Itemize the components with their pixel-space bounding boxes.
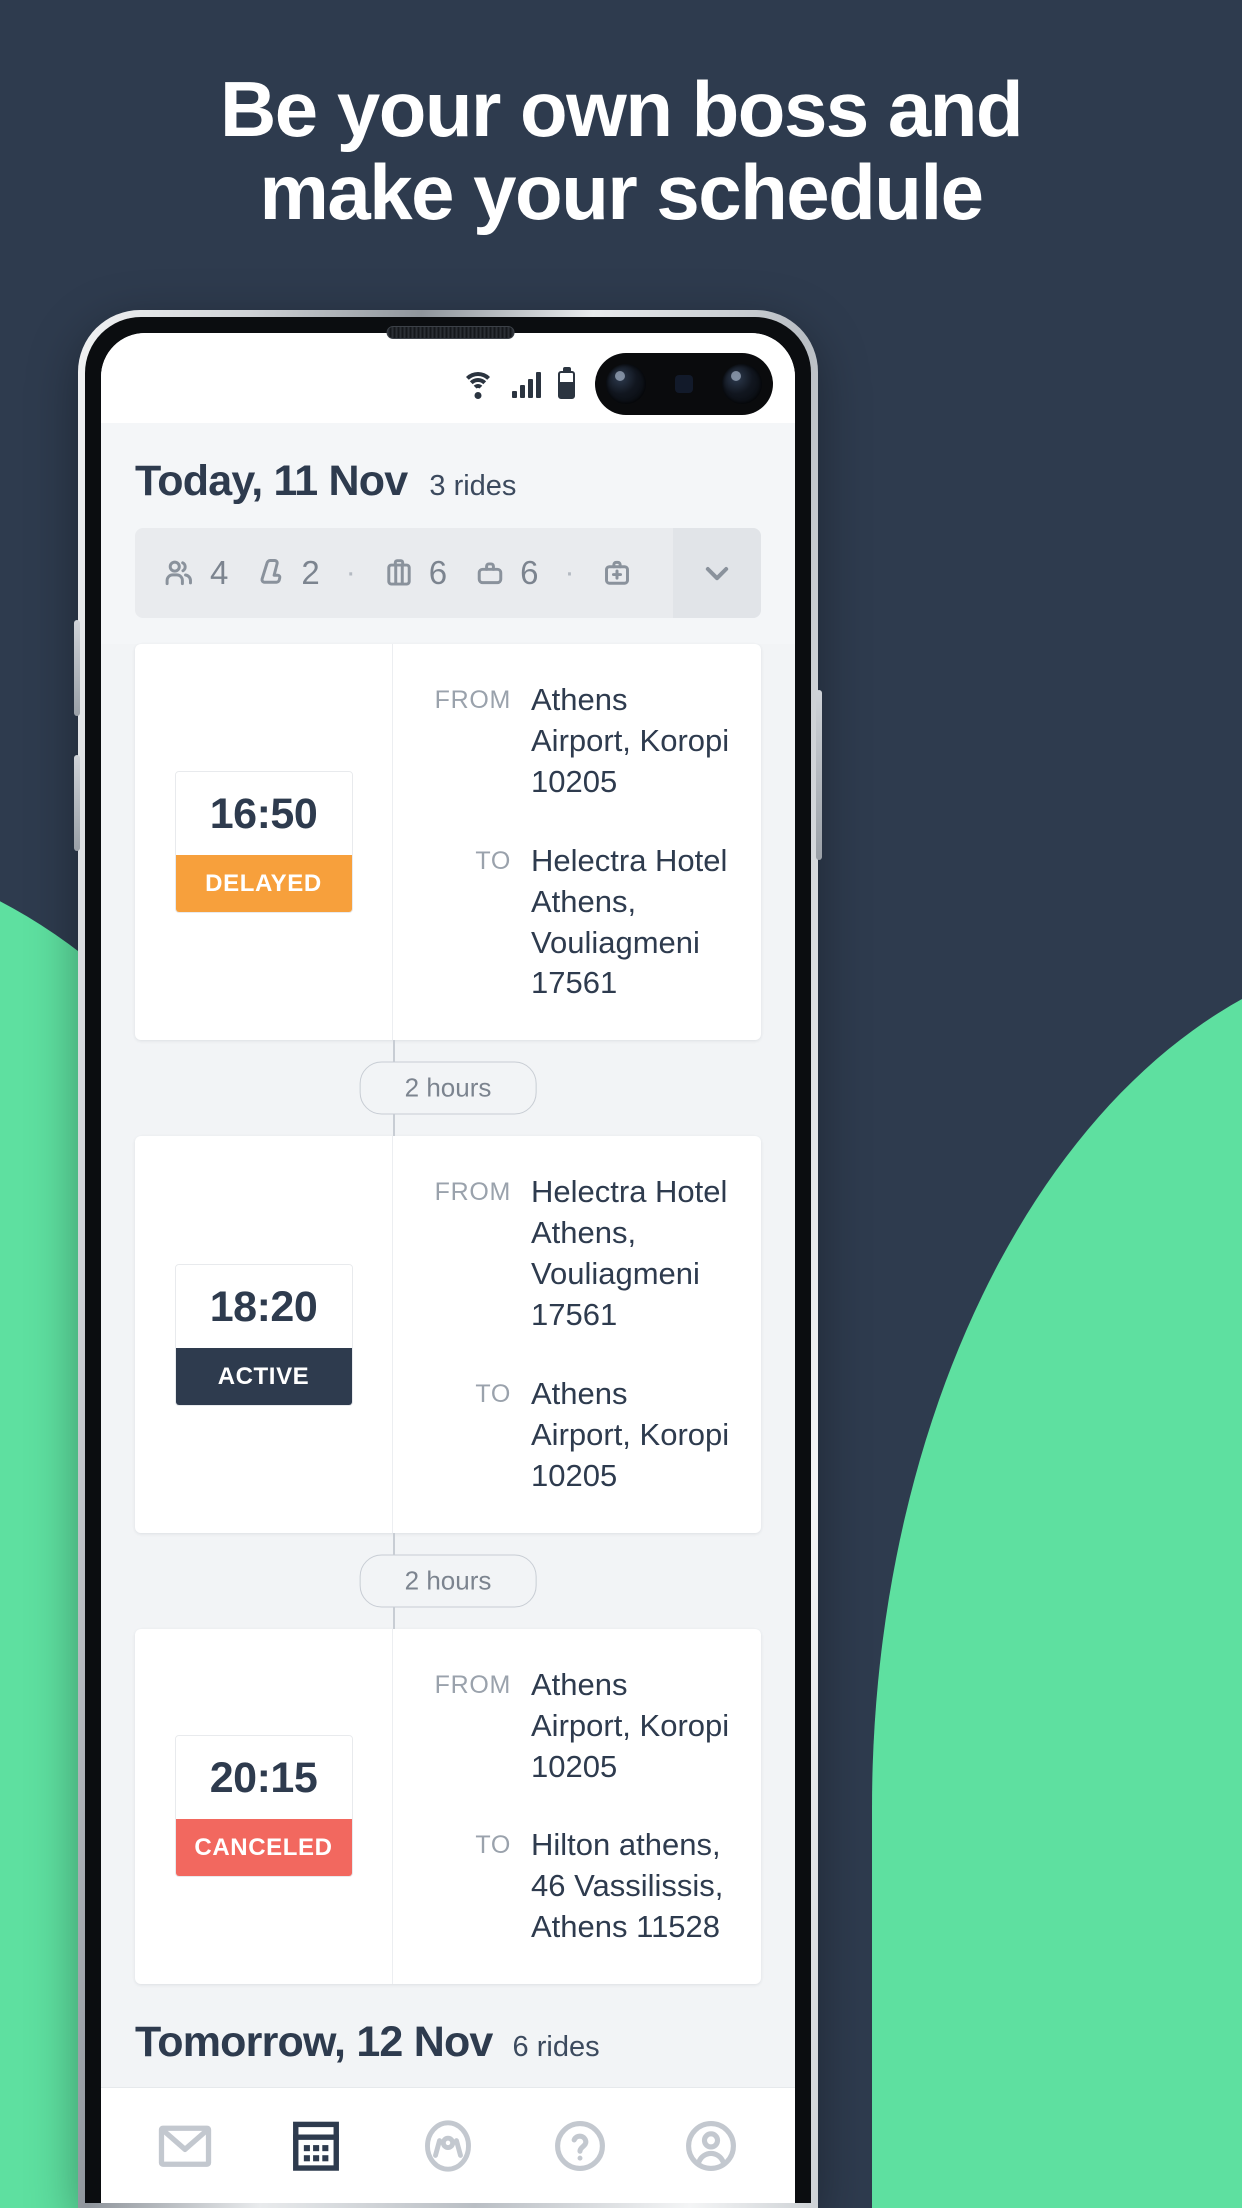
nav-item-messages[interactable]	[119, 2122, 251, 2170]
ride-status-badge: CANCELED	[175, 1819, 352, 1877]
child-seat-icon	[260, 559, 282, 584]
battery-icon	[558, 371, 575, 399]
ride-leg-from: FROM Athens Airport, Koropi 10205	[423, 680, 731, 803]
phone-earpiece	[386, 326, 515, 339]
front-camera-lens-left	[606, 364, 646, 404]
ride-connector: 2 hours	[135, 1532, 761, 1629]
rides-list: 16:50 DELAYED FROM Athens Airport, Korop…	[101, 644, 795, 1985]
ride-from-address: Athens Airport, Koropi 10205	[531, 682, 730, 799]
wifi-icon	[461, 372, 495, 399]
ride-time-box: 18:20 ACTIVE	[174, 1263, 353, 1406]
ride-card[interactable]: 20:15 CANCELED FROM Athens Airport, Koro…	[135, 1628, 761, 1985]
summary-bar-wrap: 4 2 · 6 6 ·	[101, 528, 795, 644]
ride-time-column: 18:20 ACTIVE	[135, 1136, 393, 1533]
bottom-navigation	[101, 2087, 795, 2203]
summary-hand-luggage: 6	[473, 554, 538, 592]
ride-to-address: Helectra Hotel Athens, Vouliagmeni 17561	[531, 842, 728, 1001]
summary-passengers-value: 4	[210, 554, 229, 591]
punch-hole-camera	[595, 353, 773, 415]
summary-child-seat: 2	[254, 554, 320, 592]
ride-time-column: 16:50 DELAYED	[135, 644, 393, 1041]
promo-headline: Be your own boss and make your schedule	[0, 65, 1242, 237]
summary-suitcase-value: 6	[428, 554, 448, 591]
ride-card[interactable]: 18:20 ACTIVE FROM Helectra Hotel Athens,…	[135, 1136, 761, 1533]
ride-from-label: FROM	[434, 1670, 511, 1699]
next-day-rides-count: 6 rides	[512, 2031, 600, 2064]
phone-power-button	[816, 690, 822, 860]
day-header-today: Today, 11 Nov 3 rides	[101, 423, 795, 528]
ride-connector: 2 hours	[135, 1040, 761, 1137]
ride-status-badge: ACTIVE	[175, 1347, 352, 1405]
ride-route-column: FROM Athens Airport, Koropi 10205 TO Hil…	[393, 1629, 761, 1984]
phone-volume-up-button	[74, 620, 80, 716]
cellular-signal-icon	[512, 372, 541, 398]
rides-screen: Today, 11 Nov 3 rides 4 2 · 6 6 · 16:50 …	[101, 423, 795, 2203]
phone-bezel: Today, 11 Nov 3 rides 4 2 · 6 6 · 16:50 …	[85, 317, 811, 2203]
ride-route-column: FROM Helectra Hotel Athens, Vouliagmeni …	[393, 1136, 761, 1532]
nav-item-schedule[interactable]	[251, 2119, 383, 2173]
nav-item-help[interactable]	[514, 2118, 646, 2174]
hand-luggage-icon	[477, 562, 503, 585]
summary-expand-button[interactable]	[673, 528, 761, 618]
summary-passengers: 4	[161, 554, 228, 592]
profile-icon	[686, 2120, 737, 2171]
headline-line-2: make your schedule	[259, 148, 985, 237]
ride-to-label: TO	[475, 1831, 511, 1860]
calendar-icon	[293, 2121, 340, 2171]
summary-suitcase: 6	[382, 554, 447, 592]
headline-line-1: Be your own boss and	[219, 65, 1024, 153]
ride-time: 16:50	[175, 772, 352, 856]
ride-card[interactable]: 16:50 DELAYED FROM Athens Airport, Korop…	[135, 644, 761, 1041]
summary-first-aid	[600, 555, 647, 591]
ride-to-label: TO	[475, 1379, 511, 1408]
day-summary-bar[interactable]: 4 2 · 6 6 ·	[135, 528, 761, 618]
chevron-down-icon	[706, 567, 729, 581]
help-icon	[554, 2120, 605, 2171]
ride-leg-to: TO Helectra Hotel Athens, Vouliagmeni 17…	[423, 841, 731, 1005]
front-camera-sensor	[675, 375, 693, 393]
ride-to-address: Hilton athens, 46 Vassilissis, Athens 11…	[531, 1827, 724, 1945]
ride-from-address: Helectra Hotel Athens, Vouliagmeni 17561	[531, 1174, 728, 1333]
phone-screen: Today, 11 Nov 3 rides 4 2 · 6 6 · 16:50 …	[101, 333, 795, 2203]
connector-duration: 2 hours	[359, 1554, 537, 1608]
ride-status-badge: DELAYED	[175, 855, 352, 913]
phone-volume-down-button	[74, 755, 80, 851]
ride-status-icon	[425, 2119, 471, 2172]
passengers-icon	[165, 560, 192, 586]
ride-from-address: Athens Airport, Koropi 10205	[531, 1666, 730, 1784]
ride-time-box: 20:15 CANCELED	[174, 1735, 353, 1878]
ride-leg-from: FROM Helectra Hotel Athens, Vouliagmeni …	[423, 1172, 731, 1336]
status-bar-icons	[461, 371, 575, 399]
ride-time-box: 16:50 DELAYED	[174, 771, 353, 914]
ride-to-address: Athens Airport, Koropi 10205	[531, 1375, 730, 1493]
nav-item-profile[interactable]	[645, 2118, 777, 2174]
day-header-tomorrow: Tomorrow, 12 Nov 6 rides	[101, 1984, 795, 2077]
next-day-title: Tomorrow, 12 Nov	[135, 2018, 493, 2067]
status-bar	[101, 333, 795, 423]
ride-to-label: TO	[475, 846, 511, 875]
phone-mockup: Today, 11 Nov 3 rides 4 2 · 6 6 · 16:50 …	[74, 310, 822, 2208]
ride-leg-to: TO Hilton athens, 46 Vassilissis, Athens…	[423, 1825, 731, 1948]
summary-items: 4 2 · 6 6 ·	[135, 528, 673, 618]
ride-leg-from: FROM Athens Airport, Koropi 10205	[423, 1665, 731, 1788]
day-title: Today, 11 Nov	[135, 457, 408, 505]
ride-from-label: FROM	[434, 1178, 511, 1207]
summary-hand-luggage-value: 6	[520, 554, 539, 591]
front-camera-lens-right	[722, 364, 762, 404]
ride-time: 18:20	[175, 1264, 352, 1348]
suitcase-icon	[387, 559, 411, 586]
summary-separator-2: ·	[564, 556, 575, 589]
ride-from-label: FROM	[434, 686, 511, 714]
summary-child-seat-value: 2	[301, 554, 320, 591]
ride-time-column: 20:15 CANCELED	[135, 1628, 393, 1985]
ride-time: 20:15	[175, 1736, 352, 1820]
day-rides-count: 3 rides	[429, 470, 517, 502]
summary-separator-1: ·	[345, 556, 356, 589]
mail-icon	[158, 2125, 211, 2167]
ride-leg-to: TO Athens Airport, Koropi 10205	[423, 1374, 731, 1497]
first-aid-kit-icon	[605, 560, 630, 585]
ride-route-column: FROM Athens Airport, Koropi 10205 TO Hel…	[393, 644, 761, 1040]
connector-duration: 2 hours	[359, 1061, 537, 1115]
nav-item-ride-status[interactable]	[382, 2117, 514, 2175]
